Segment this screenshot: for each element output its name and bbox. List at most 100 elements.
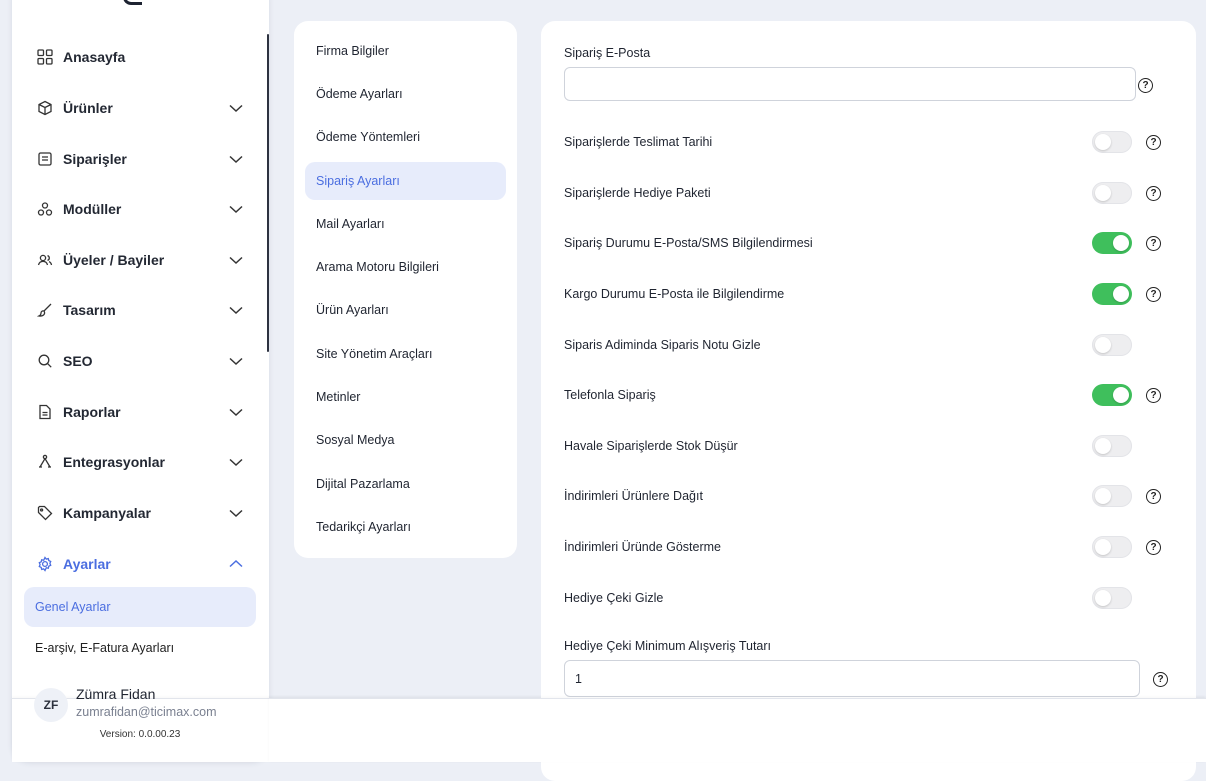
sidebar-item-urunler[interactable]: Ürünler (24, 88, 256, 128)
menu-item-firma-bilgiler[interactable]: Firma Bilgiler (305, 32, 506, 70)
help-icon[interactable]: ? (1146, 135, 1161, 150)
toggle-havale-stok-dusur[interactable] (1092, 435, 1132, 457)
chevron-down-icon (229, 256, 243, 265)
menu-item-label: Arama Motoru Bilgileri (316, 260, 439, 274)
menu-item-label: Sosyal Medya (316, 433, 395, 447)
grid-icon (36, 48, 54, 66)
menu-item-metinler[interactable]: Metinler (305, 378, 506, 416)
sidebar-item-entegrasyonlar[interactable]: Entegrasyonlar (24, 442, 256, 482)
menu-item-site-yonetim[interactable]: Site Yönetim Araçları (305, 335, 506, 373)
menu-item-sosyal-medya[interactable]: Sosyal Medya (305, 421, 506, 459)
chevron-down-icon (229, 509, 243, 518)
toggle-siparis-notu-gizle[interactable] (1092, 334, 1132, 356)
help-icon[interactable]: ? (1146, 388, 1161, 403)
menu-item-label: Site Yönetim Araçları (316, 347, 433, 361)
sidebar-item-anasayfa[interactable]: Anasayfa (24, 37, 256, 77)
toggle-knob (1095, 488, 1111, 504)
user-profile[interactable]: ZF Zümra Fidan zumrafidan@ticimax.com (34, 686, 259, 726)
menu-item-odeme-yontemleri[interactable]: Ödeme Yöntemleri (305, 118, 506, 156)
sidebar-subitem-label: E-arşiv, E-Fatura Ayarları (35, 641, 175, 655)
help-icon[interactable]: ? (1138, 78, 1153, 93)
menu-item-label: Ödeme Yöntemleri (316, 130, 420, 144)
chevron-down-icon (229, 155, 243, 164)
toggle-hediye-ceki-gizle[interactable] (1092, 587, 1132, 609)
toggle-label: Telefonla Sipariş (564, 388, 656, 402)
siparis-eposta-input[interactable] (564, 67, 1136, 101)
menu-item-label: Metinler (316, 390, 361, 404)
help-icon[interactable]: ? (1146, 489, 1161, 504)
users-icon (36, 251, 54, 269)
toggle-label: Sipariş Durumu E-Posta/SMS Bilgilendirme… (564, 236, 813, 250)
menu-item-label: Ödeme Ayarları (316, 87, 403, 101)
chevron-up-icon (229, 559, 243, 568)
chevron-down-icon (229, 306, 243, 315)
toggle-kargo-durumu-bilgilendirme[interactable] (1092, 283, 1132, 305)
menu-item-label: Ürün Ayarları (316, 303, 389, 317)
gear-icon (36, 555, 54, 573)
menu-item-label: Dijital Pazarlama (316, 477, 410, 491)
sidebar-item-label: Entegrasyonlar (63, 454, 165, 470)
toggle-knob (1095, 185, 1111, 201)
help-icon[interactable]: ? (1146, 287, 1161, 302)
help-icon[interactable]: ? (1153, 672, 1168, 687)
sidebar-subitem-e-arsiv[interactable]: E-arşiv, E-Fatura Ayarları (24, 628, 256, 668)
help-icon[interactable]: ? (1146, 540, 1161, 555)
menu-item-siparis-ayarlari[interactable]: Sipariş Ayarları (305, 162, 506, 200)
toggle-telefonla-siparis[interactable] (1092, 384, 1132, 406)
menu-item-dijital-pazarlama[interactable]: Dijital Pazarlama (305, 465, 506, 503)
sidebar-item-label: Ayarlar (63, 556, 111, 572)
toggle-knob (1095, 134, 1111, 150)
toggle-teslimat-tarihi[interactable] (1092, 131, 1132, 153)
menu-item-odeme-ayarlari[interactable]: Ödeme Ayarları (305, 75, 506, 113)
hediye-ceki-min-input[interactable] (564, 660, 1140, 697)
sidebar-item-raporlar[interactable]: Raporlar (24, 392, 256, 432)
sidebar-item-siparisler[interactable]: Siparişler (24, 139, 256, 179)
menu-item-arama-motoru[interactable]: Arama Motoru Bilgileri (305, 248, 506, 286)
sidebar-item-label: Raporlar (63, 404, 121, 420)
sidebar-item-seo[interactable]: SEO (24, 341, 256, 381)
sidebar-item-kampanyalar[interactable]: Kampanyalar (24, 493, 256, 533)
toggle-hediye-paketi[interactable] (1092, 182, 1132, 204)
toggle-indirimleri-dagit[interactable] (1092, 485, 1132, 507)
toggle-label: Kargo Durumu E-Posta ile Bilgilendirme (564, 287, 785, 301)
sidebar-item-tasarim[interactable]: Tasarım (24, 290, 256, 330)
sidebar-item-label: SEO (63, 353, 93, 369)
sidebar-item-moduller[interactable]: Modüller (24, 189, 256, 229)
toggle-knob (1113, 387, 1129, 403)
sidebar-item-label: Modüller (63, 201, 122, 217)
toggle-knob (1113, 235, 1129, 251)
toggle-label: Hediye Çeki Gizle (564, 591, 664, 605)
help-icon[interactable]: ? (1146, 236, 1161, 251)
settings-menu: Firma Bilgiler Ödeme Ayarları Ödeme Yönt… (294, 21, 517, 558)
toggle-label: Havale Siparişlerde Stok Düşür (564, 439, 738, 453)
menu-item-tedarikci-ayarlari[interactable]: Tedarikçi Ayarları (305, 508, 506, 546)
toggle-knob (1095, 438, 1111, 454)
menu-item-label: Sipariş Ayarları (316, 174, 400, 188)
chevron-down-icon (229, 205, 243, 214)
toggle-label: Siparis Adiminda Siparis Notu Gizle (564, 338, 761, 352)
report-icon (36, 403, 54, 421)
sidebar-item-uyeler[interactable]: Üyeler / Bayiler (24, 240, 256, 280)
chevron-down-icon (229, 458, 243, 467)
menu-item-mail-ayarlari[interactable]: Mail Ayarları (305, 205, 506, 243)
help-icon[interactable]: ? (1146, 186, 1161, 201)
toggle-knob (1095, 539, 1111, 555)
chevron-down-icon (229, 408, 243, 417)
sidebar-item-label: Üyeler / Bayiler (63, 252, 165, 268)
chevron-down-icon (229, 357, 243, 366)
toggle-siparis-durumu-bilgilendirme[interactable] (1092, 232, 1132, 254)
user-email: zumrafidan@ticimax.com (76, 705, 217, 719)
sidebar-subitem-genel-ayarlar[interactable]: Genel Ayarlar (24, 587, 256, 627)
toggle-label: Siparişlerde Hediye Paketi (564, 186, 711, 200)
order-settings-panel: Sipariş E-Posta ? Siparişlerde Teslimat … (541, 21, 1196, 781)
menu-item-label: Firma Bilgiler (316, 44, 389, 58)
sidebar-scrollbar[interactable] (267, 34, 269, 352)
toggle-label: İndirimleri Üründe Gösterme (564, 540, 721, 554)
menu-item-urun-ayarlari[interactable]: Ürün Ayarları (305, 291, 506, 329)
modules-icon (36, 200, 54, 218)
search-icon (36, 352, 54, 370)
sidebar-item-ayarlar[interactable]: Ayarlar (24, 544, 256, 584)
sidebar-item-label: Kampanyalar (63, 505, 151, 521)
sidebar-item-label: Ürünler (63, 100, 113, 116)
toggle-indirimleri-gosterme[interactable] (1092, 536, 1132, 558)
